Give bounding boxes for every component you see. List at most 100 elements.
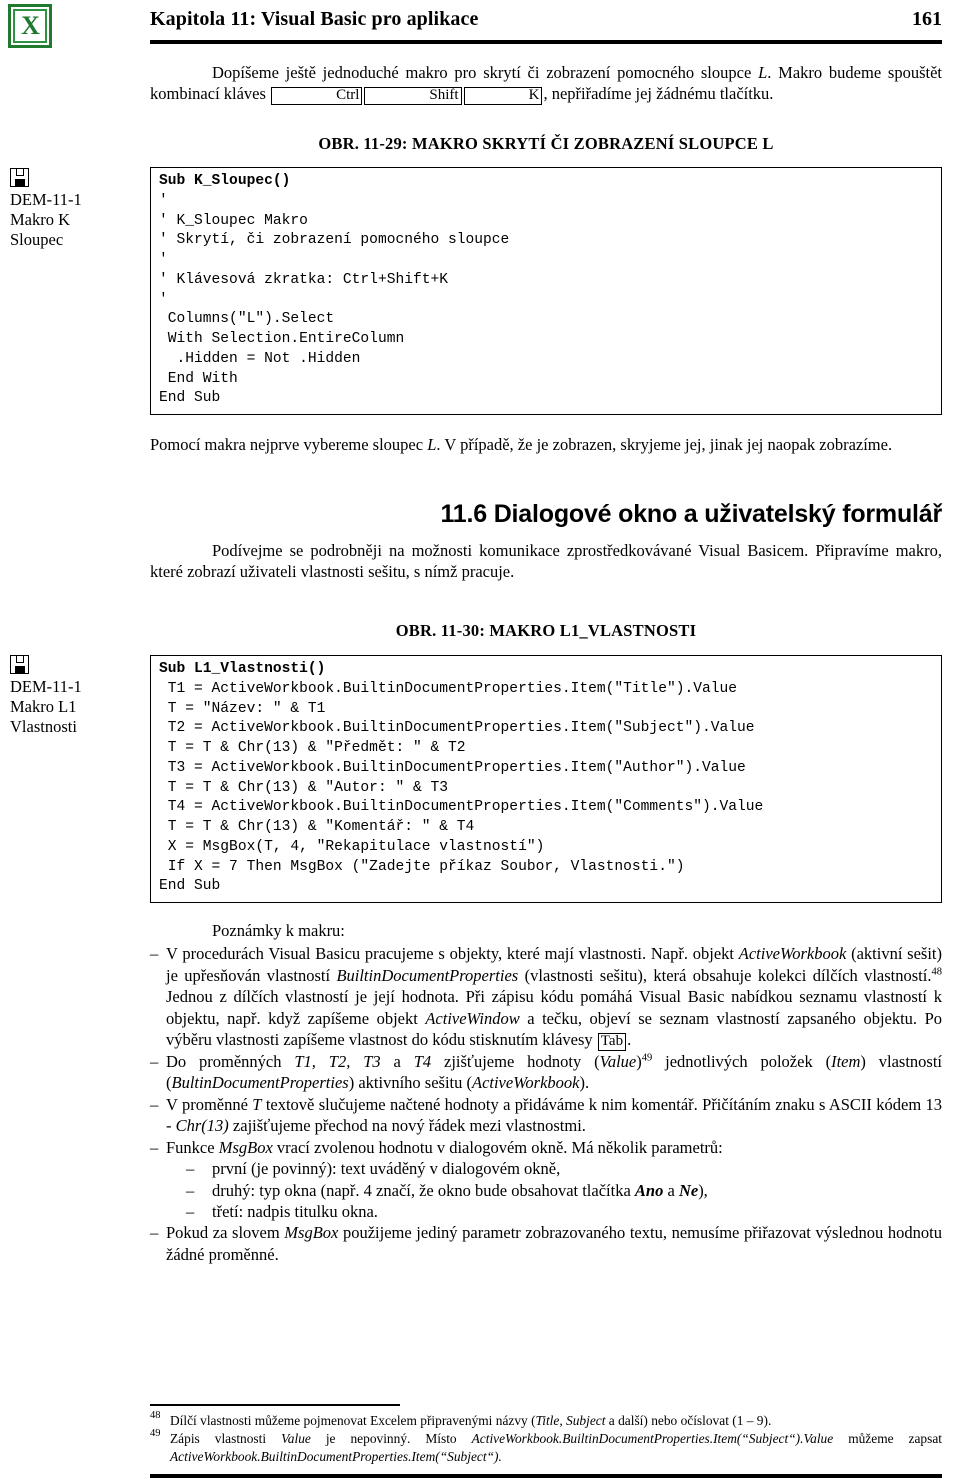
text-run: . <box>627 1030 632 1050</box>
emphasis-term: T1, T2, T3 <box>294 1051 381 1071</box>
para-after-fig1-italic: L <box>427 435 437 454</box>
floppy-disk-icon <box>10 168 29 187</box>
figure2-caption: OBR. 11-30: MAKRO L1_VLASTNOSTI <box>395 621 697 640</box>
emphasis-term: BuiltinDocumentProperties <box>336 965 519 985</box>
key-tab: Tab <box>597 1033 627 1051</box>
para-after-figure1-block: Pomocí makra nejprve vybereme sloupec L.… <box>150 434 942 455</box>
emphasis-term: MsgBox <box>284 1223 339 1243</box>
margin-note-line-2: Makro K <box>10 210 71 230</box>
footnote-divider <box>150 1404 400 1406</box>
list-dash: – <box>186 1180 195 1200</box>
emphasis-term: Item <box>831 1051 861 1071</box>
text-run: třetí: nadpis titulku okna. <box>212 1202 378 1221</box>
emphasis-term: BultinDocumentProperties <box>171 1073 349 1093</box>
list-dash: – <box>150 1094 159 1114</box>
figure2-caption-block: OBR. 11-30: MAKRO L1_VLASTNOSTI <box>150 621 942 641</box>
page-header: X Kapitola 11: Visual Basic pro aplikace… <box>0 0 960 52</box>
footnote-number: 49 <box>150 1428 161 1440</box>
figure1-code-container: Sub K_Sloupec() ' ' K_Sloupec Makro ' Sk… <box>150 167 942 416</box>
intro-text-a: Dopíšeme ještě jednoduché makro pro skry… <box>212 63 759 82</box>
emphasis-term: Ano <box>634 1180 664 1200</box>
emphasis-term: ActiveWindow <box>425 1008 520 1028</box>
emphasis-term: T4 <box>413 1051 432 1071</box>
note-param-first: – první (je povinný): text uváděný v dial… <box>150 1158 942 1179</box>
margin-note-line-3: Sloupec <box>10 230 64 250</box>
emphasis-term: Title, Subject <box>535 1413 606 1428</box>
text-run: V procedurách Visual Basicu pracujeme s … <box>166 944 739 964</box>
note-param-second: – druhý: typ okna (např. 4 značí, že okno… <box>150 1180 942 1201</box>
text-run: Pokud za slovem <box>166 1223 285 1243</box>
emphasis-term: ActiveWorkbook <box>471 1073 580 1093</box>
footnote-number: 48 <box>150 1410 161 1421</box>
footnote-marker: 49 <box>641 1052 653 1064</box>
margin-note-dem-11-1-makro-l1: DEM-11-1 Makro L1 Vlastnosti <box>10 655 142 737</box>
intro-text-d: , nepřiřadíme jej žádnému tlačítku. <box>543 84 774 104</box>
code-block-l1-vlastnosti: Sub L1_Vlastnosti() T1 = ActiveWorkbook.… <box>150 655 942 904</box>
list-dash: – <box>150 1223 159 1243</box>
note-concat: – V proměnné T textově slučujeme načtené … <box>150 1094 942 1137</box>
emphasis-term: MsgBox <box>218 1137 273 1157</box>
text-run: je nepovinný. Místo <box>310 1431 472 1447</box>
key-shift: Shift <box>364 87 462 106</box>
text-run: (vlastnosti sešitu), která obsahuje kole… <box>518 965 932 985</box>
text-run: druhý: typ okna (např. 4 značí, že okno … <box>212 1180 635 1200</box>
notes-title: Poznámky k makru: <box>212 921 345 940</box>
excel-logo-icon: X <box>8 4 52 48</box>
intro-column-letter: L <box>758 63 768 82</box>
emphasis-term: ActiveWorkbook.BuiltinDocumentProperties… <box>170 1448 502 1464</box>
emphasis-term: Value <box>281 1431 311 1447</box>
text-run: jednotlivých položek ( <box>652 1051 832 1071</box>
para-after-figure1: Pomocí makra nejprve vybereme sloupec L.… <box>150 434 942 455</box>
note-variables: – Do proměnných T1, T2, T3 a T4 zjišťujem… <box>150 1051 942 1094</box>
intro-text-b: . <box>767 63 772 82</box>
footnotes-block: 48 Dílčí vlastnosti můžeme pojmenovat Exc… <box>150 1410 942 1466</box>
margin-note-line-1: DEM-11-1 <box>10 677 82 696</box>
text-run: ) aktivního sešitu ( <box>348 1073 472 1093</box>
text-run: a <box>380 1051 414 1071</box>
emphasis-term: Chr(13) <box>175 1116 229 1136</box>
emphasis-term: ActiveWorkbook <box>738 944 847 964</box>
figure2-code-container: Sub L1_Vlastnosti() T1 = ActiveWorkbook.… <box>150 655 942 904</box>
note-single-param: – Pokud za slovem MsgBox použijeme jediný… <box>150 1222 942 1265</box>
list-dash: – <box>150 1137 159 1157</box>
key-k: K <box>463 87 543 106</box>
figure1-caption: OBR. 11-29: MAKRO SKRYTÍ ČI ZOBRAZENÍ SL… <box>318 134 774 153</box>
text-run: vrací zvolenou hodnotu v dialogovém okně… <box>272 1137 723 1157</box>
intro-paragraph: Dopíšeme ještě jednoduché makro pro skry… <box>150 62 942 106</box>
footnote-marker: 48 <box>931 966 942 978</box>
emphasis-term: Ne <box>678 1180 699 1200</box>
text-run: zjišťujeme hodnoty ( <box>431 1051 600 1071</box>
text-run: Do proměnných <box>166 1051 295 1071</box>
text-run: Zápis vlastnosti <box>170 1431 282 1447</box>
notes-block: Poznámky k makru: – V procedurách Visual … <box>150 920 942 1265</box>
margin-note-line-2: Makro L1 <box>10 697 77 717</box>
header-divider <box>150 40 942 44</box>
text-run: a <box>663 1180 679 1200</box>
note-msgbox: – Funkce MsgBox vrací zvolenou hodnotu v … <box>150 1137 942 1158</box>
footnote-49: 49 Zápis vlastnosti Value je nepovinný. M… <box>150 1428 942 1465</box>
page-title: Kapitola 11: Visual Basic pro aplikace <box>150 8 479 30</box>
margin-note-line-3: Vlastnosti <box>10 717 77 737</box>
list-dash: – <box>186 1202 195 1221</box>
section-11-6-block: 11.6 Dialogové okno a uživatelský formul… <box>150 500 942 583</box>
footnote-48: 48 Dílčí vlastnosti můžeme pojmenovat Exc… <box>150 1410 942 1429</box>
notes-list: – V procedurách Visual Basicu pracujeme s… <box>150 943 942 1158</box>
code-signature: Sub L1_Vlastnosti() <box>159 661 326 677</box>
code-body: T1 = ActiveWorkbook.BuiltinDocumentPrope… <box>159 680 764 895</box>
text-run: zajišťujeme přechod na nový řádek mezi v… <box>228 1116 586 1136</box>
note-param-third: – třetí: nadpis titulku okna. <box>150 1201 942 1222</box>
text-run: Funkce <box>166 1137 219 1157</box>
para-after-fig1-b: . V případě, že je zobrazen, skryjeme je… <box>436 435 893 454</box>
note-objects: – V procedurách Visual Basicu pracujeme s… <box>150 943 942 1051</box>
code-block-k-sloupec: Sub K_Sloupec() ' ' K_Sloupec Makro ' Sk… <box>150 167 942 416</box>
text-run: V proměnné <box>166 1094 253 1114</box>
code-signature: Sub K_Sloupec() <box>159 173 291 189</box>
figure1-caption-block: OBR. 11-29: MAKRO SKRYTÍ ČI ZOBRAZENÍ SL… <box>150 134 942 154</box>
text-run: Dílčí vlastnosti můžeme pojmenovat Excel… <box>170 1413 536 1428</box>
section-heading: 11.6 Dialogové okno a uživatelský formul… <box>440 500 942 528</box>
section-paragraph: Podívejme se podrobněji na možnosti komu… <box>150 541 942 582</box>
margin-note-dem-11-1-makro-k: DEM-11-1 Makro K Sloupec <box>10 168 142 250</box>
intro-paragraph-block: Dopíšeme ještě jednoduché makro pro skry… <box>150 62 942 106</box>
emphasis-term: ActiveWorkbook.BuiltinDocumentProperties… <box>471 1431 834 1447</box>
page-bottom-divider <box>150 1474 942 1478</box>
